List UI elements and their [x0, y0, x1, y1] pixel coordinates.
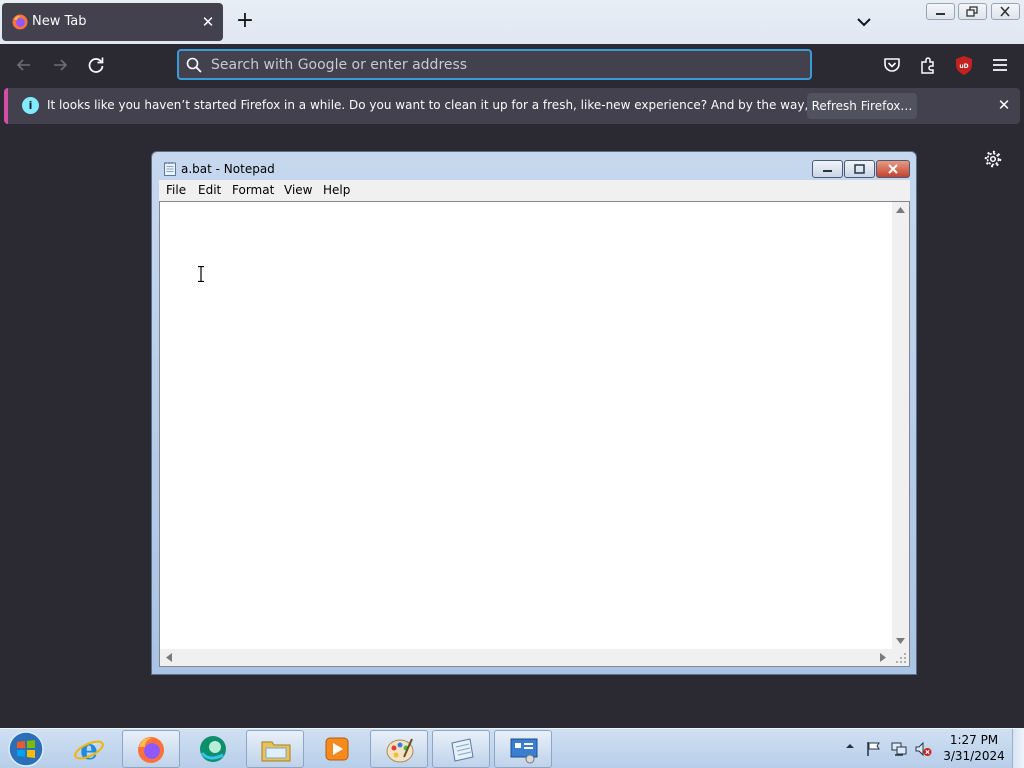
horizontal-scrollbar[interactable]	[160, 649, 893, 666]
taskbar-edge[interactable]	[184, 730, 242, 768]
tab-strip: New Tab ✕ +	[0, 0, 1024, 44]
settings-gear-icon[interactable]	[983, 149, 1003, 169]
firefox-icon	[138, 737, 164, 763]
taskbar-internet-explorer[interactable]: e	[60, 730, 118, 768]
menu-format[interactable]: Format	[232, 183, 274, 197]
search-icon	[186, 57, 202, 73]
close-icon	[888, 164, 898, 174]
text-cursor-ibeam-icon	[198, 266, 204, 282]
refresh-firefox-notification: i It looks like you haven’t started Fire…	[4, 88, 1020, 124]
tab-title: New Tab	[32, 14, 87, 29]
notepad-title: a.bat - Notepad	[181, 162, 275, 176]
notepad-maximize-button[interactable]	[844, 160, 875, 178]
maximize-icon	[854, 164, 865, 174]
notepad-close-button[interactable]	[876, 160, 910, 178]
clock-time: 1:27 PM	[949, 733, 999, 747]
edge-icon	[200, 736, 226, 762]
window-restore-button[interactable]	[958, 3, 987, 20]
scroll-up-arrow-icon[interactable]	[896, 207, 905, 213]
new-tab-plus-icon[interactable]: +	[234, 10, 256, 32]
refresh-firefox-button[interactable]: Refresh Firefox…	[807, 93, 917, 119]
ublock-badge-text: uD	[959, 63, 968, 70]
notepad-edit-area	[159, 201, 910, 667]
system-clock[interactable]: 1:27 PM 3/31/2024	[940, 732, 1008, 764]
notepad-icon	[164, 162, 176, 176]
clock-date: 3/31/2024	[943, 749, 1005, 763]
minimize-icon	[936, 13, 945, 15]
tab-close-icon[interactable]: ✕	[198, 12, 218, 32]
resize-grip-icon	[896, 653, 906, 663]
show-desktop-button[interactable]	[1012, 729, 1024, 768]
scroll-left-arrow-icon[interactable]	[166, 653, 172, 662]
address-input[interactable]	[211, 54, 801, 76]
vertical-scrollbar[interactable]	[892, 202, 909, 650]
show-hidden-icons-arrow-icon[interactable]	[845, 741, 855, 751]
notification-close-icon[interactable]: ✕	[994, 95, 1014, 115]
firefox-icon	[12, 14, 28, 30]
notepad-menubar: File Edit Format View Help	[159, 180, 910, 201]
list-all-tabs-chevron-icon[interactable]	[853, 11, 875, 33]
close-icon	[1000, 6, 1010, 17]
reload-icon[interactable]	[85, 54, 107, 76]
forward-arrow-icon[interactable]	[49, 54, 71, 76]
volume-muted-icon[interactable]	[914, 740, 932, 758]
tab-new-tab[interactable]: New Tab ✕	[2, 3, 223, 41]
info-icon: i	[22, 97, 39, 114]
paint-palette-icon	[386, 738, 414, 763]
taskbar-firefox[interactable]	[122, 730, 180, 768]
scroll-right-arrow-icon[interactable]	[880, 653, 886, 662]
windows-taskbar: e 1:27 PM 3/31/2024	[0, 728, 1024, 768]
menu-file[interactable]: File	[166, 183, 186, 197]
extensions-puzzle-icon[interactable]	[917, 54, 939, 76]
minimize-icon	[823, 170, 832, 172]
network-icon[interactable]	[890, 740, 908, 758]
window-minimize-button[interactable]	[926, 3, 955, 20]
resize-grip[interactable]	[892, 649, 909, 666]
address-bar[interactable]	[177, 49, 812, 80]
taskbar-control-panel[interactable]	[494, 730, 552, 768]
svg-text:e: e	[80, 734, 98, 764]
windows-start-orb-icon[interactable]	[6, 730, 46, 768]
taskbar-paint[interactable]	[370, 730, 428, 768]
menu-help[interactable]: Help	[323, 183, 350, 197]
folder-icon	[261, 741, 291, 762]
back-arrow-icon[interactable]	[13, 54, 35, 76]
control-panel-icon	[510, 738, 538, 764]
notification-message: It looks like you haven’t started Firefo…	[47, 98, 903, 112]
restore-icon	[966, 6, 978, 17]
taskbar-file-explorer[interactable]	[246, 730, 304, 768]
scroll-down-arrow-icon[interactable]	[896, 638, 905, 644]
taskbar-notepad[interactable]	[432, 730, 490, 768]
taskbar-media-player[interactable]	[308, 730, 366, 768]
internet-explorer-icon: e	[74, 734, 104, 764]
window-close-button[interactable]	[991, 3, 1020, 20]
menu-edit[interactable]: Edit	[198, 183, 221, 197]
notepad-icon	[451, 738, 474, 762]
notepad-text-editor[interactable]	[162, 203, 892, 647]
media-player-icon	[325, 737, 349, 761]
notepad-minimize-button[interactable]	[812, 160, 843, 178]
navigation-toolbar: uD	[0, 44, 1024, 86]
ublock-origin-icon[interactable]: uD	[953, 54, 975, 76]
notepad-window[interactable]: a.bat - Notepad File Edit Format View He…	[151, 151, 917, 675]
hamburger-menu-icon[interactable]	[989, 54, 1011, 76]
menu-view[interactable]: View	[284, 183, 312, 197]
pocket-icon[interactable]	[881, 54, 903, 76]
action-center-flag-icon[interactable]	[865, 740, 883, 758]
